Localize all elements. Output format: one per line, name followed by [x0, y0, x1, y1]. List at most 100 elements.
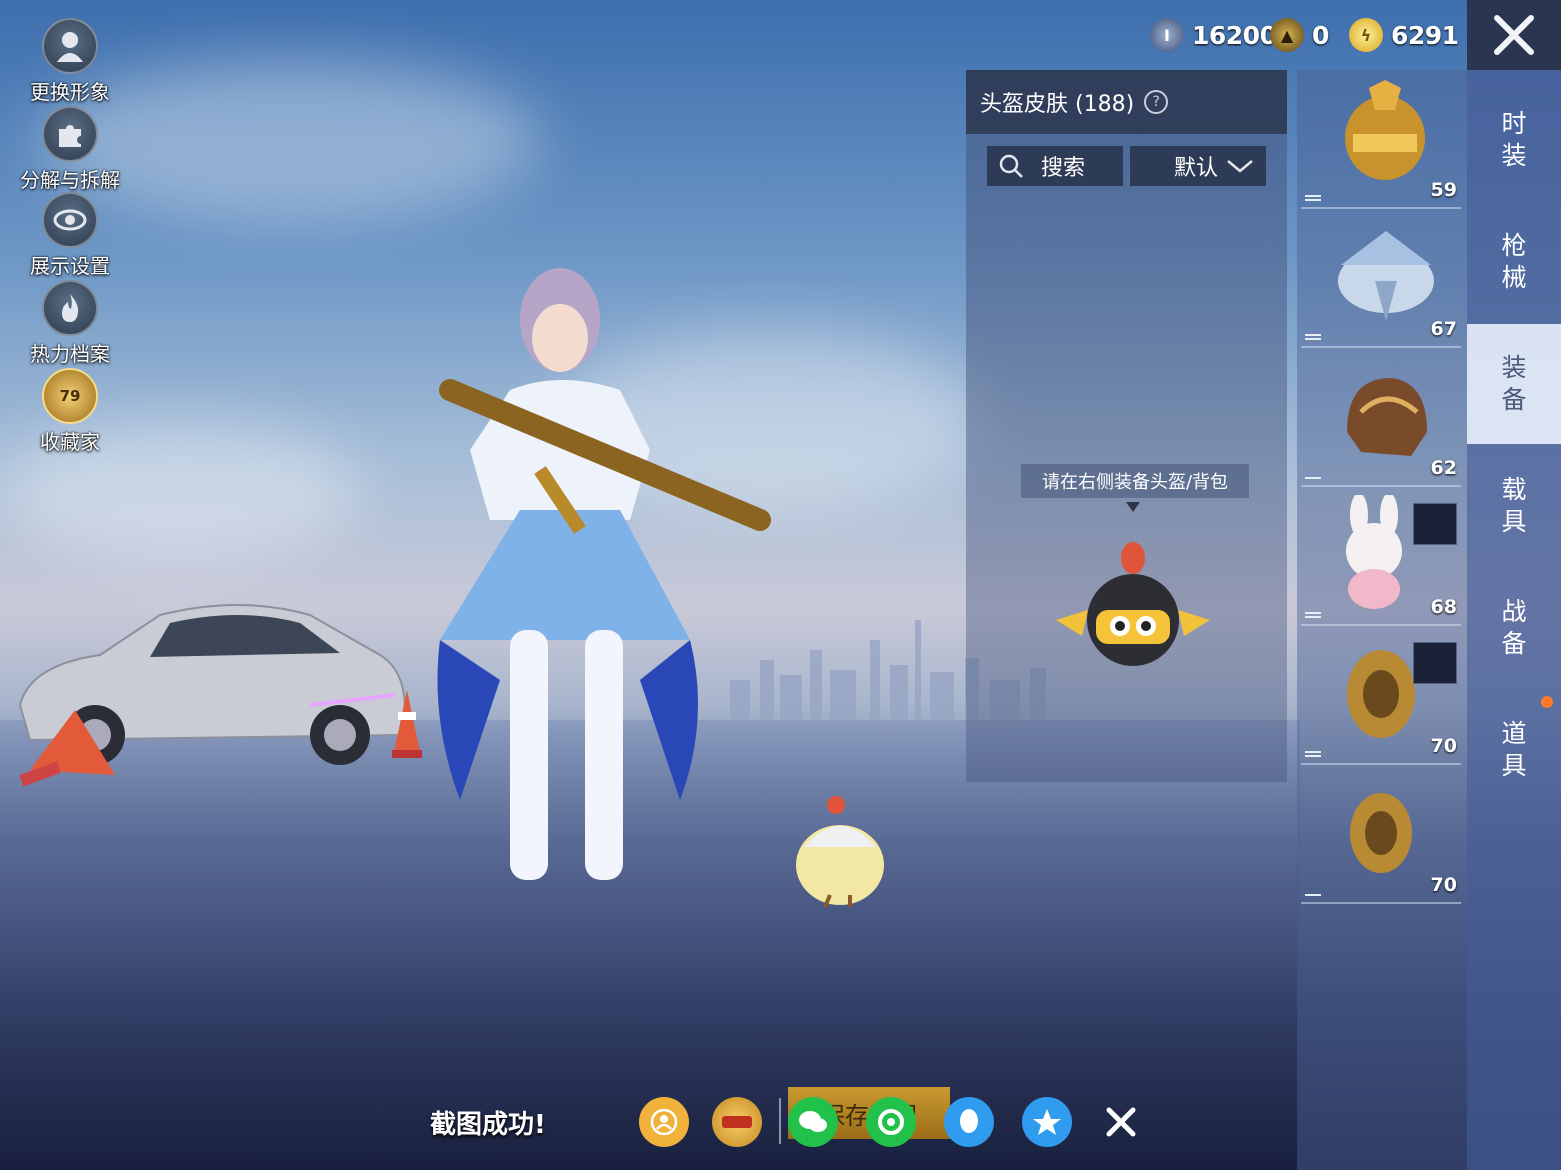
- notification-dot: [1541, 696, 1553, 708]
- tab-weapons[interactable]: 枪械: [1467, 202, 1561, 322]
- rabbit-variant-badge: [1413, 642, 1457, 684]
- share-moments-button[interactable]: [866, 1097, 916, 1147]
- tab-vehicles[interactable]: 载具: [1467, 446, 1561, 566]
- sort-dropdown[interactable]: 默认: [1130, 146, 1266, 186]
- list-item[interactable]: 62: [1301, 348, 1461, 487]
- collector-button[interactable]: 79 收藏家: [14, 368, 126, 455]
- share-wechat-button[interactable]: [788, 1097, 838, 1147]
- help-icon[interactable]: ?: [1144, 90, 1169, 114]
- item-level: 70: [1430, 874, 1457, 896]
- item-level: 59: [1430, 179, 1457, 201]
- moments-icon: [878, 1109, 904, 1135]
- list-item[interactable]: 70: [1301, 626, 1461, 765]
- panel-header: 头盔皮肤 (188) ?: [966, 70, 1287, 134]
- panel-title: 头盔皮肤 (188): [980, 92, 1135, 117]
- variant-badge: [1413, 503, 1457, 545]
- list-item[interactable]: 70: [1301, 765, 1461, 904]
- heat-archive-label: 热力档案: [30, 342, 110, 366]
- flame-icon: [42, 280, 98, 336]
- skin-panel: 头盔皮肤 (188) ? 搜索 默认 请在右侧装备头盔/背包: [966, 70, 1287, 782]
- menu-lines-icon: [1305, 892, 1321, 896]
- list-item[interactable]: 59: [1301, 70, 1461, 209]
- player-character: [437, 268, 771, 880]
- bronze-helmet-icon: [1347, 378, 1427, 456]
- menu-lines-icon: [1305, 749, 1321, 757]
- qzone-star-icon: [1033, 1109, 1061, 1135]
- share-qq-button[interactable]: [944, 1097, 994, 1147]
- tokens-value: 0: [1312, 20, 1329, 50]
- gold-ring-helmet-icon: [1347, 650, 1415, 738]
- friend-icon: [650, 1108, 678, 1136]
- puzzle-icon: [42, 106, 98, 162]
- close-share-button[interactable]: [1096, 1097, 1146, 1147]
- list-item[interactable]: 67: [1301, 209, 1461, 348]
- chick-helmet-preview: [1056, 542, 1210, 666]
- gold-ring-helmet-icon: [1350, 793, 1412, 873]
- tab-label: 枪械: [1501, 231, 1527, 292]
- silver-wing-helmet-icon: [1338, 231, 1434, 321]
- menu-lines-icon: [1305, 193, 1321, 201]
- traffic-cone: [20, 710, 115, 787]
- tab-props[interactable]: 道具: [1467, 690, 1561, 810]
- decompose-label: 分解与拆解: [20, 168, 120, 192]
- change-avatar-button[interactable]: 更换形象: [14, 18, 126, 105]
- tab-fashion[interactable]: 时装: [1467, 80, 1561, 200]
- display-settings-button[interactable]: 展示设置: [14, 192, 126, 279]
- heat-archive-button[interactable]: 热力档案: [14, 280, 126, 367]
- coins-value: 6291: [1391, 20, 1459, 50]
- coins-currency: ϟ 6291: [1349, 14, 1459, 56]
- menu-lines-icon: [1305, 475, 1321, 479]
- qq-penguin-icon: [960, 1109, 978, 1133]
- search-icon: [999, 154, 1023, 178]
- person-icon: [42, 18, 98, 74]
- wechat-icon: [799, 1111, 827, 1132]
- points-currency: Ⅰ 16200: [1150, 14, 1277, 56]
- collector-badge-icon: 79: [42, 368, 98, 424]
- traffic-cone: [392, 690, 422, 758]
- category-tabs: 时装 枪械 装备 载具 战备 道具: [1467, 70, 1561, 1170]
- list-item[interactable]: 68: [1301, 487, 1461, 626]
- lightning-coin-icon: ϟ: [1349, 18, 1383, 52]
- points-value: 16200: [1192, 20, 1277, 50]
- points-icon: Ⅰ: [1150, 18, 1184, 52]
- close-button[interactable]: [1467, 0, 1561, 70]
- item-level: 67: [1430, 318, 1457, 340]
- menu-lines-icon: [1305, 610, 1321, 618]
- share-qzone-button[interactable]: [1022, 1097, 1072, 1147]
- equip-hint: 请在右侧装备头盔/背包: [1021, 464, 1249, 498]
- hint-arrow: [1126, 502, 1140, 512]
- eye-icon: [42, 192, 98, 248]
- item-level: 68: [1430, 596, 1457, 618]
- tab-label: 时装: [1501, 109, 1527, 170]
- token-icon: ▲: [1270, 18, 1304, 52]
- share-game-elite-button[interactable]: [712, 1097, 762, 1147]
- search-label: 搜索: [1041, 156, 1086, 181]
- item-list: 59 67 62 68 70 70: [1297, 70, 1467, 1170]
- screenshot-toast: 截图成功!: [430, 1110, 546, 1140]
- chevron-down-icon: [1227, 160, 1253, 173]
- tab-equipment[interactable]: 装备: [1467, 324, 1561, 444]
- tab-label: 道具: [1501, 719, 1527, 780]
- collector-label: 收藏家: [40, 430, 100, 454]
- tokens-currency: ▲ 0: [1270, 14, 1329, 56]
- share-friend-button[interactable]: [639, 1097, 689, 1147]
- close-icon: [1106, 1107, 1136, 1137]
- tab-label: 装备: [1501, 353, 1527, 414]
- divider: [779, 1098, 781, 1144]
- decompose-button[interactable]: 分解与拆解: [14, 106, 126, 193]
- rabbit-backpack-icon: [1346, 495, 1402, 609]
- menu-lines-icon: [1305, 332, 1321, 340]
- tab-label: 战备: [1501, 597, 1527, 658]
- tab-battle-prep[interactable]: 战备: [1467, 568, 1561, 688]
- display-settings-label: 展示设置: [30, 254, 110, 278]
- collector-level: 79: [59, 387, 81, 405]
- chick-pet: [796, 796, 884, 908]
- close-icon: [1494, 15, 1534, 55]
- sort-label: 默认: [1173, 156, 1218, 181]
- search-button[interactable]: 搜索: [987, 146, 1123, 186]
- item-level: 70: [1430, 735, 1457, 757]
- tab-label: 载具: [1501, 475, 1527, 536]
- game-elite-icon: [722, 1116, 752, 1128]
- gold-helmet-icon: [1345, 80, 1425, 180]
- change-avatar-label: 更换形象: [30, 80, 110, 104]
